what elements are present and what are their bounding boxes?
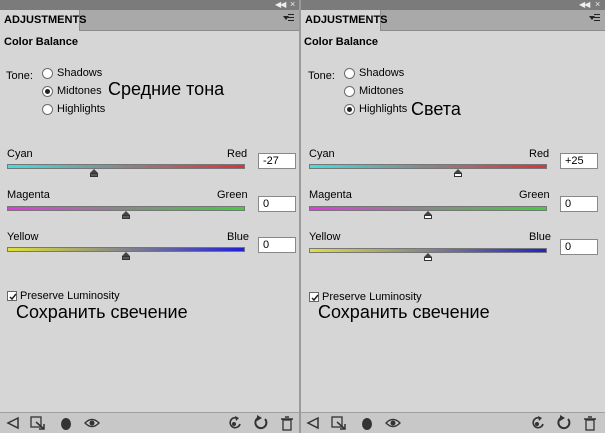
reset-view-icon[interactable]: [530, 415, 546, 431]
radio-label-highlights: Highlights: [57, 103, 106, 115]
tone-annotation: Света: [411, 99, 461, 119]
radio-shadows[interactable]: [344, 68, 355, 79]
panel-title: Color Balance: [304, 36, 378, 48]
radio-label-highlights: Highlights: [359, 103, 408, 115]
radio-highlights[interactable]: [42, 104, 53, 115]
radio-label-midtones: Midtones: [57, 85, 102, 97]
return-icon[interactable]: [304, 415, 320, 431]
eye-icon[interactable]: [84, 415, 100, 431]
trash-icon[interactable]: [279, 415, 295, 431]
slider-left-label-yellow: Yellow: [309, 231, 341, 243]
panel-top-strip: ◀◀ ×: [301, 0, 605, 10]
tone-annotation: Средние тона: [108, 79, 225, 99]
slider-right-label-red: Red: [529, 148, 550, 160]
preserve-luminosity-label: Preserve Luminosity: [20, 290, 120, 302]
value-field-magenta-green[interactable]: 0: [258, 196, 296, 212]
slider-right-label-blue: Blue: [529, 231, 552, 243]
slider-right-label-green: Green: [519, 189, 550, 201]
return-icon[interactable]: [4, 415, 20, 431]
slider-right-label-blue: Blue: [227, 231, 250, 243]
collapse-icon[interactable]: ◀◀: [579, 0, 590, 10]
tab-row: ADJUSTMENTS: [301, 10, 605, 31]
radio-label-midtones: Midtones: [359, 85, 404, 97]
slider-right-label-green: Green: [217, 189, 248, 201]
value-field-cyan-red[interactable]: +25: [560, 153, 598, 169]
slider-right-label-red: Red: [227, 148, 248, 160]
trash-icon[interactable]: [582, 415, 598, 431]
mask-visibility-icon[interactable]: [359, 415, 375, 431]
slider-left-label-cyan: Cyan: [309, 148, 335, 160]
slider-left-label-yellow: Yellow: [7, 231, 39, 243]
preserve-annotation: Сохранить свечение: [318, 302, 490, 322]
preserve-luminosity-checkbox[interactable]: [7, 291, 17, 301]
slider-left-label-cyan: Cyan: [7, 148, 33, 160]
close-icon[interactable]: ×: [290, 0, 295, 9]
bottom-toolbar: [0, 412, 299, 433]
mask-visibility-icon[interactable]: [58, 415, 74, 431]
clip-layer-icon[interactable]: [331, 415, 347, 431]
panel-top-strip: ◀◀ ×: [0, 0, 299, 10]
value-field-yellow-blue[interactable]: 0: [560, 239, 598, 255]
eye-icon[interactable]: [385, 415, 401, 431]
radio-label-shadows: Shadows: [57, 67, 103, 79]
value-field-yellow-blue[interactable]: 0: [258, 237, 296, 253]
reset-icon[interactable]: [556, 415, 572, 431]
panel-title: Color Balance: [4, 36, 78, 48]
radio-highlights[interactable]: [344, 104, 355, 115]
tone-label: Tone:: [308, 70, 335, 82]
radio-midtones[interactable]: [344, 86, 355, 97]
slider-left-label-magenta: Magenta: [309, 189, 352, 201]
radio-midtones[interactable]: [42, 86, 53, 97]
reset-view-icon[interactable]: [227, 415, 243, 431]
adjustments-panel-left: ◀◀ × ADJUSTMENTS Color Balance Tone: Sha…: [0, 0, 299, 433]
preserve-luminosity-checkbox[interactable]: [309, 292, 319, 302]
adjustments-panel-right: ◀◀ × ADJUSTMENTS Color Balance Tone: Sha…: [301, 0, 605, 433]
value-field-magenta-green[interactable]: 0: [560, 196, 598, 212]
value-field-cyan-red[interactable]: -27: [258, 153, 296, 169]
tab-adjustments[interactable]: ADJUSTMENTS: [0, 10, 87, 31]
tone-label: Tone:: [6, 70, 33, 82]
tab-row: ADJUSTMENTS: [0, 10, 299, 31]
slider-track-cyan-red[interactable]: [309, 164, 547, 169]
slider-left-label-magenta: Magenta: [7, 189, 50, 201]
radio-shadows[interactable]: [42, 68, 53, 79]
close-icon[interactable]: ×: [595, 0, 600, 9]
panel-menu-icon[interactable]: [283, 13, 294, 25]
panel-menu-icon[interactable]: [589, 13, 600, 25]
clip-layer-icon[interactable]: [30, 415, 46, 431]
reset-icon[interactable]: [253, 415, 269, 431]
tab-adjustments[interactable]: ADJUSTMENTS: [301, 10, 388, 31]
bottom-toolbar: [301, 412, 605, 433]
slider-track-cyan-red[interactable]: [7, 164, 245, 169]
preserve-annotation: Сохранить свечение: [16, 302, 188, 322]
collapse-icon[interactable]: ◀◀: [275, 0, 286, 10]
radio-label-shadows: Shadows: [359, 67, 405, 79]
